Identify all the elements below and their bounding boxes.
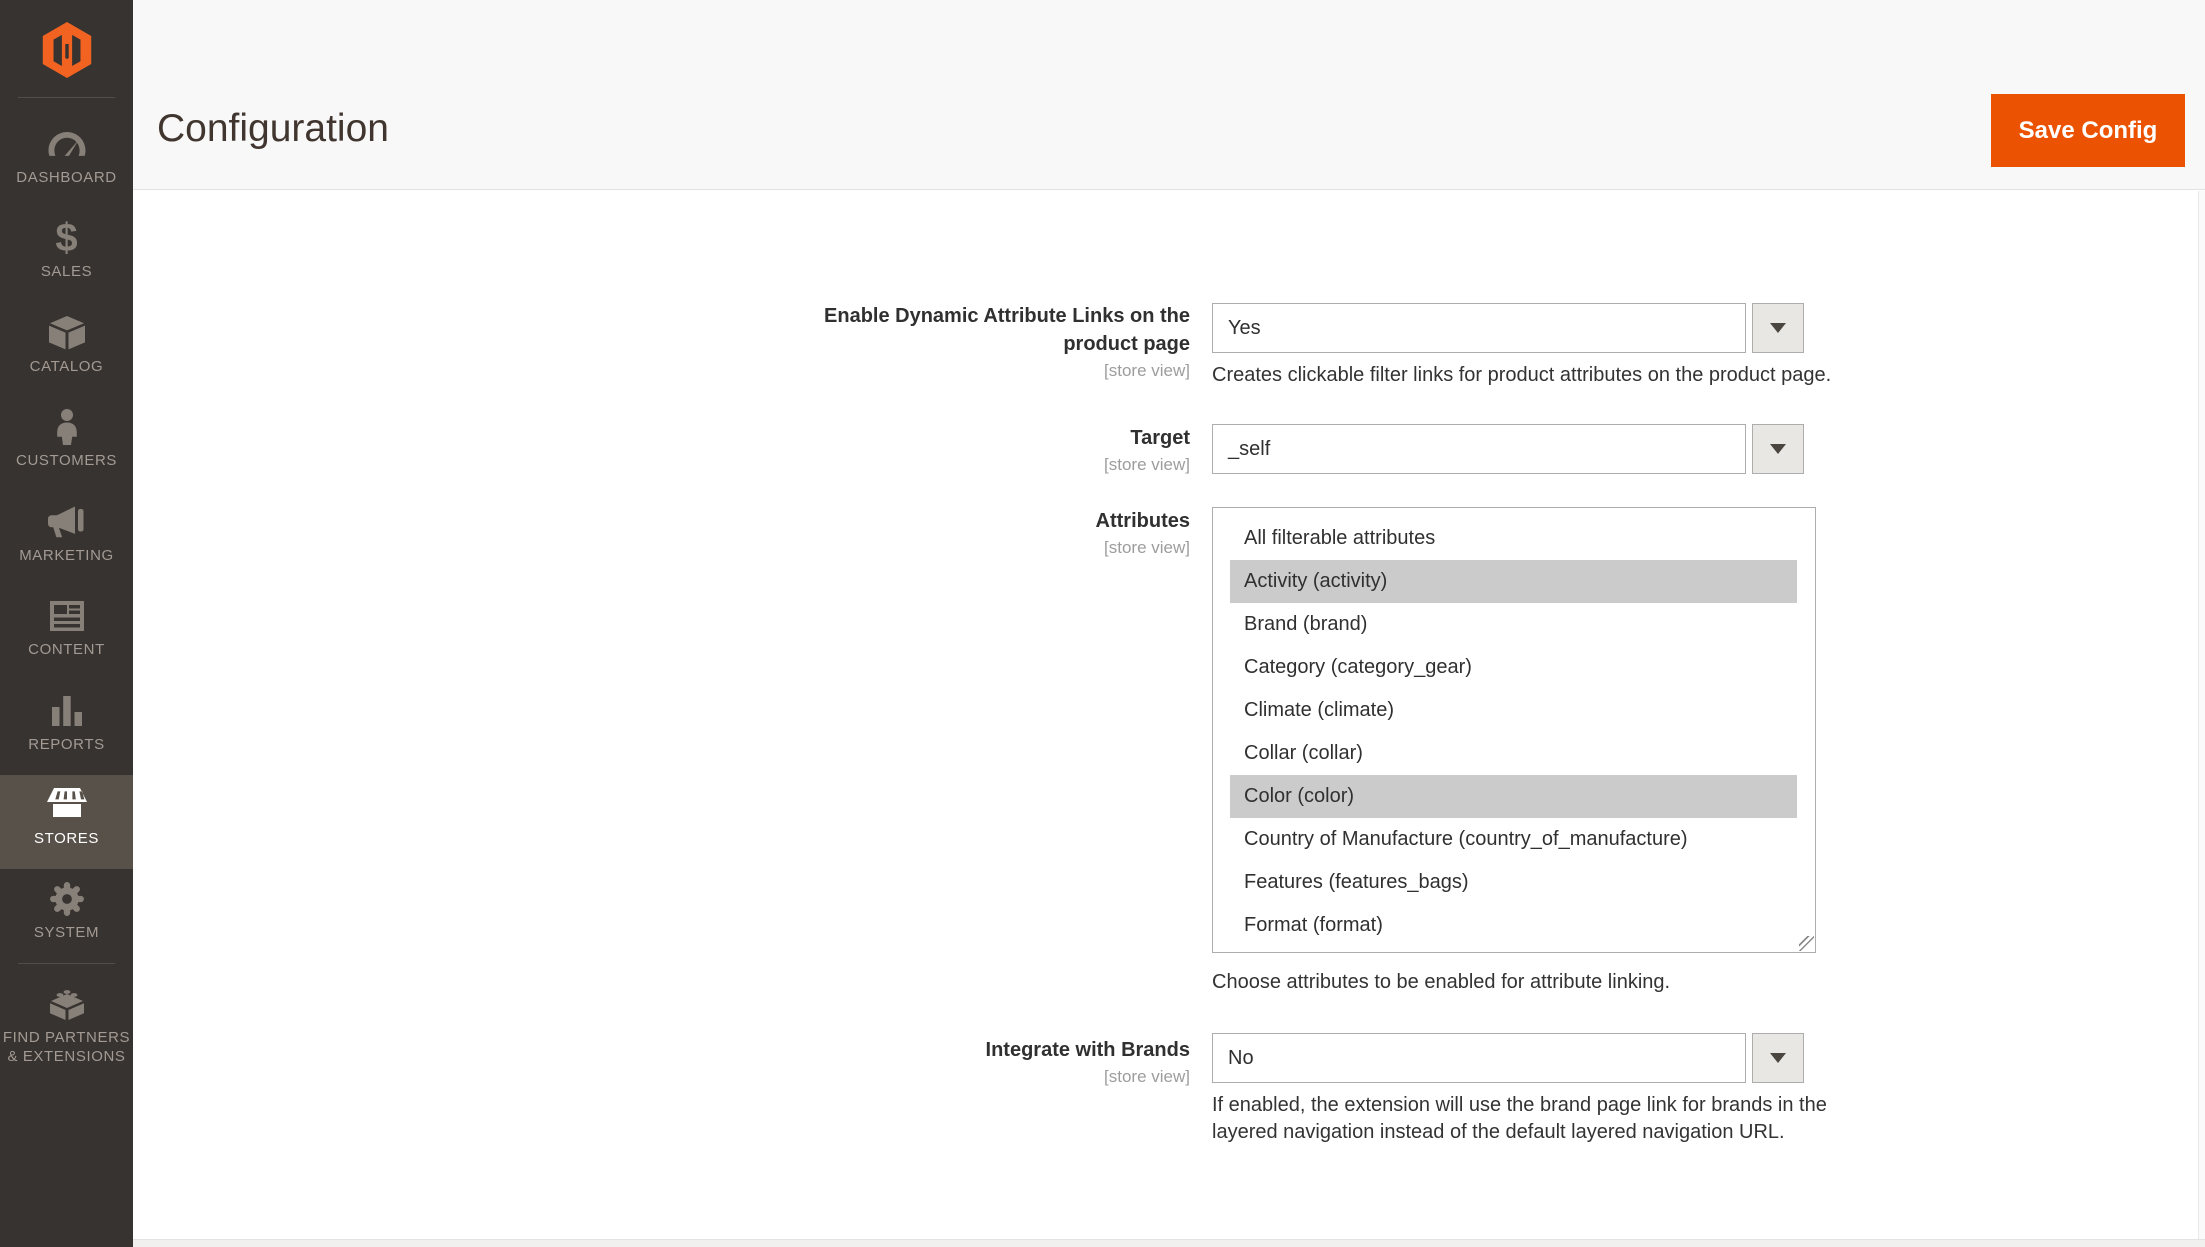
dropdown-arrow-button[interactable] bbox=[1752, 303, 1804, 353]
field-note: Choose attributes to be enabled for attr… bbox=[1212, 969, 1852, 996]
select-value: Yes bbox=[1228, 304, 1261, 352]
select-field: _self bbox=[1212, 424, 1746, 474]
content-icon bbox=[50, 593, 84, 639]
select-value: _self bbox=[1228, 425, 1270, 473]
attribute-option[interactable]: Format (format) bbox=[1230, 904, 1797, 947]
field-note: Creates clickable filter links for produ… bbox=[1212, 362, 1912, 389]
sales-icon: $ bbox=[55, 215, 77, 261]
chevron-down-icon bbox=[1770, 1053, 1786, 1063]
save-config-button[interactable]: Save Config bbox=[1991, 94, 2185, 167]
attribute-option[interactable]: All filterable attributes bbox=[1230, 517, 1797, 560]
magento-logo-icon bbox=[40, 21, 94, 79]
vertical-scrollbar[interactable] bbox=[2198, 191, 2205, 1239]
attribute-option[interactable]: Brand (brand) bbox=[1230, 603, 1797, 646]
chevron-down-icon bbox=[1770, 323, 1786, 333]
store-view-scope: [store view] bbox=[740, 360, 1190, 382]
attribute-option-label: All filterable attributes bbox=[1244, 527, 1435, 549]
field-label-enable-links: Enable Dynamic Attribute Links on the pr… bbox=[740, 302, 1190, 382]
sidebar-item-marketing[interactable]: MARKETING bbox=[0, 492, 133, 586]
reports-icon bbox=[52, 688, 82, 734]
attribute-option-label: Format (format) bbox=[1244, 914, 1383, 936]
sidebar-item-reports[interactable]: REPORTS bbox=[0, 681, 133, 775]
field-note: If enabled, the extension will use the b… bbox=[1212, 1092, 1852, 1146]
dashboard-icon bbox=[47, 121, 87, 167]
sidebar-item-system[interactable]: SYSTEM bbox=[0, 869, 133, 963]
sidebar-item-label: CUSTOMERS bbox=[16, 451, 117, 470]
sidebar-divider bbox=[18, 963, 115, 964]
attribute-option[interactable]: Collar (collar) bbox=[1230, 732, 1797, 775]
field-label-integrate-brands: Integrate with Brands [store view] bbox=[740, 1036, 1190, 1088]
select-field: Yes bbox=[1212, 303, 1746, 353]
page-header: Configuration Save Config bbox=[133, 0, 2205, 190]
attribute-option-label: Category (category_gear) bbox=[1244, 656, 1472, 678]
sidebar-divider bbox=[18, 97, 115, 98]
sidebar-item-label: MARKETING bbox=[19, 546, 114, 565]
sidebar-item-sales[interactable]: $ SALES bbox=[0, 208, 133, 302]
sidebar-item-customers[interactable]: CUSTOMERS bbox=[0, 397, 133, 491]
admin-sidebar: DASHBOARD $ SALES CATALOG bbox=[0, 0, 133, 1247]
attribute-option[interactable]: Activity (activity) bbox=[1230, 560, 1797, 603]
store-view-scope: [store view] bbox=[740, 1066, 1190, 1088]
attribute-option[interactable]: Country of Manufacture (country_of_manuf… bbox=[1230, 818, 1797, 861]
attribute-option-label: Country of Manufacture (country_of_manuf… bbox=[1244, 828, 1688, 850]
system-icon bbox=[49, 876, 85, 922]
extensions-icon bbox=[46, 981, 88, 1027]
sidebar-item-catalog[interactable]: CATALOG bbox=[0, 303, 133, 397]
field-label-text: Integrate with Brands bbox=[740, 1036, 1190, 1064]
sidebar-item-label: SYSTEM bbox=[34, 923, 99, 942]
field-label-target: Target [store view] bbox=[740, 424, 1190, 476]
select-field: No bbox=[1212, 1033, 1746, 1083]
field-label-attributes: Attributes [store view] bbox=[740, 507, 1190, 559]
attribute-option-label: Features (features_bags) bbox=[1244, 871, 1469, 893]
stores-icon bbox=[46, 782, 88, 828]
horizontal-scrollbar[interactable] bbox=[133, 1239, 2205, 1247]
attribute-option[interactable]: Features (features_bags) bbox=[1230, 861, 1797, 904]
magento-logo[interactable] bbox=[0, 21, 133, 79]
enable-links-select[interactable]: Yes bbox=[1212, 303, 1804, 353]
attribute-option-label: Climate (climate) bbox=[1244, 699, 1394, 721]
catalog-icon bbox=[48, 310, 86, 356]
sidebar-item-stores[interactable]: STORES bbox=[0, 775, 133, 869]
attribute-option-label: Collar (collar) bbox=[1244, 742, 1363, 764]
select-value: No bbox=[1228, 1034, 1254, 1082]
resize-handle[interactable] bbox=[1799, 936, 1814, 951]
attribute-option-label: Color (color) bbox=[1244, 785, 1354, 807]
attribute-option[interactable]: Color (color) bbox=[1230, 775, 1797, 818]
sidebar-item-find-partners-extensions[interactable]: FIND PARTNERS & EXTENSIONS bbox=[0, 974, 133, 1104]
field-label-text: Attributes bbox=[740, 507, 1190, 535]
sidebar-item-label: STORES bbox=[34, 829, 99, 848]
sidebar-item-content[interactable]: CONTENT bbox=[0, 586, 133, 680]
attribute-option-label: Activity (activity) bbox=[1244, 570, 1387, 592]
attribute-option[interactable]: Category (category_gear) bbox=[1230, 646, 1797, 689]
marketing-icon bbox=[48, 499, 86, 545]
sidebar-item-label: SALES bbox=[41, 262, 92, 281]
sidebar-item-label: FIND PARTNERS & EXTENSIONS bbox=[3, 1028, 130, 1066]
customers-icon bbox=[54, 404, 80, 450]
dropdown-arrow-button[interactable] bbox=[1752, 424, 1804, 474]
page-title: Configuration bbox=[157, 102, 389, 156]
sidebar-item-dashboard[interactable]: DASHBOARD bbox=[0, 114, 133, 208]
attribute-option-label: Brand (brand) bbox=[1244, 613, 1367, 635]
chevron-down-icon bbox=[1770, 444, 1786, 454]
dropdown-arrow-button[interactable] bbox=[1752, 1033, 1804, 1083]
sidebar-item-label: CATALOG bbox=[30, 357, 104, 376]
sidebar-item-label: REPORTS bbox=[28, 735, 104, 754]
brands-select[interactable]: No bbox=[1212, 1033, 1804, 1083]
store-view-scope: [store view] bbox=[740, 537, 1190, 559]
target-select[interactable]: _self bbox=[1212, 424, 1804, 474]
attribute-option[interactable]: Climate (climate) bbox=[1230, 689, 1797, 732]
sidebar-item-label: DASHBOARD bbox=[16, 168, 116, 187]
field-label-text: Enable Dynamic Attribute Links on the pr… bbox=[740, 302, 1190, 358]
sidebar-item-label: CONTENT bbox=[28, 640, 105, 659]
field-label-text: Target bbox=[740, 424, 1190, 452]
admin-configuration-page: DASHBOARD $ SALES CATALOG bbox=[0, 0, 2205, 1247]
store-view-scope: [store view] bbox=[740, 454, 1190, 476]
attributes-multiselect[interactable]: All filterable attributes Activity (acti… bbox=[1212, 507, 1816, 953]
